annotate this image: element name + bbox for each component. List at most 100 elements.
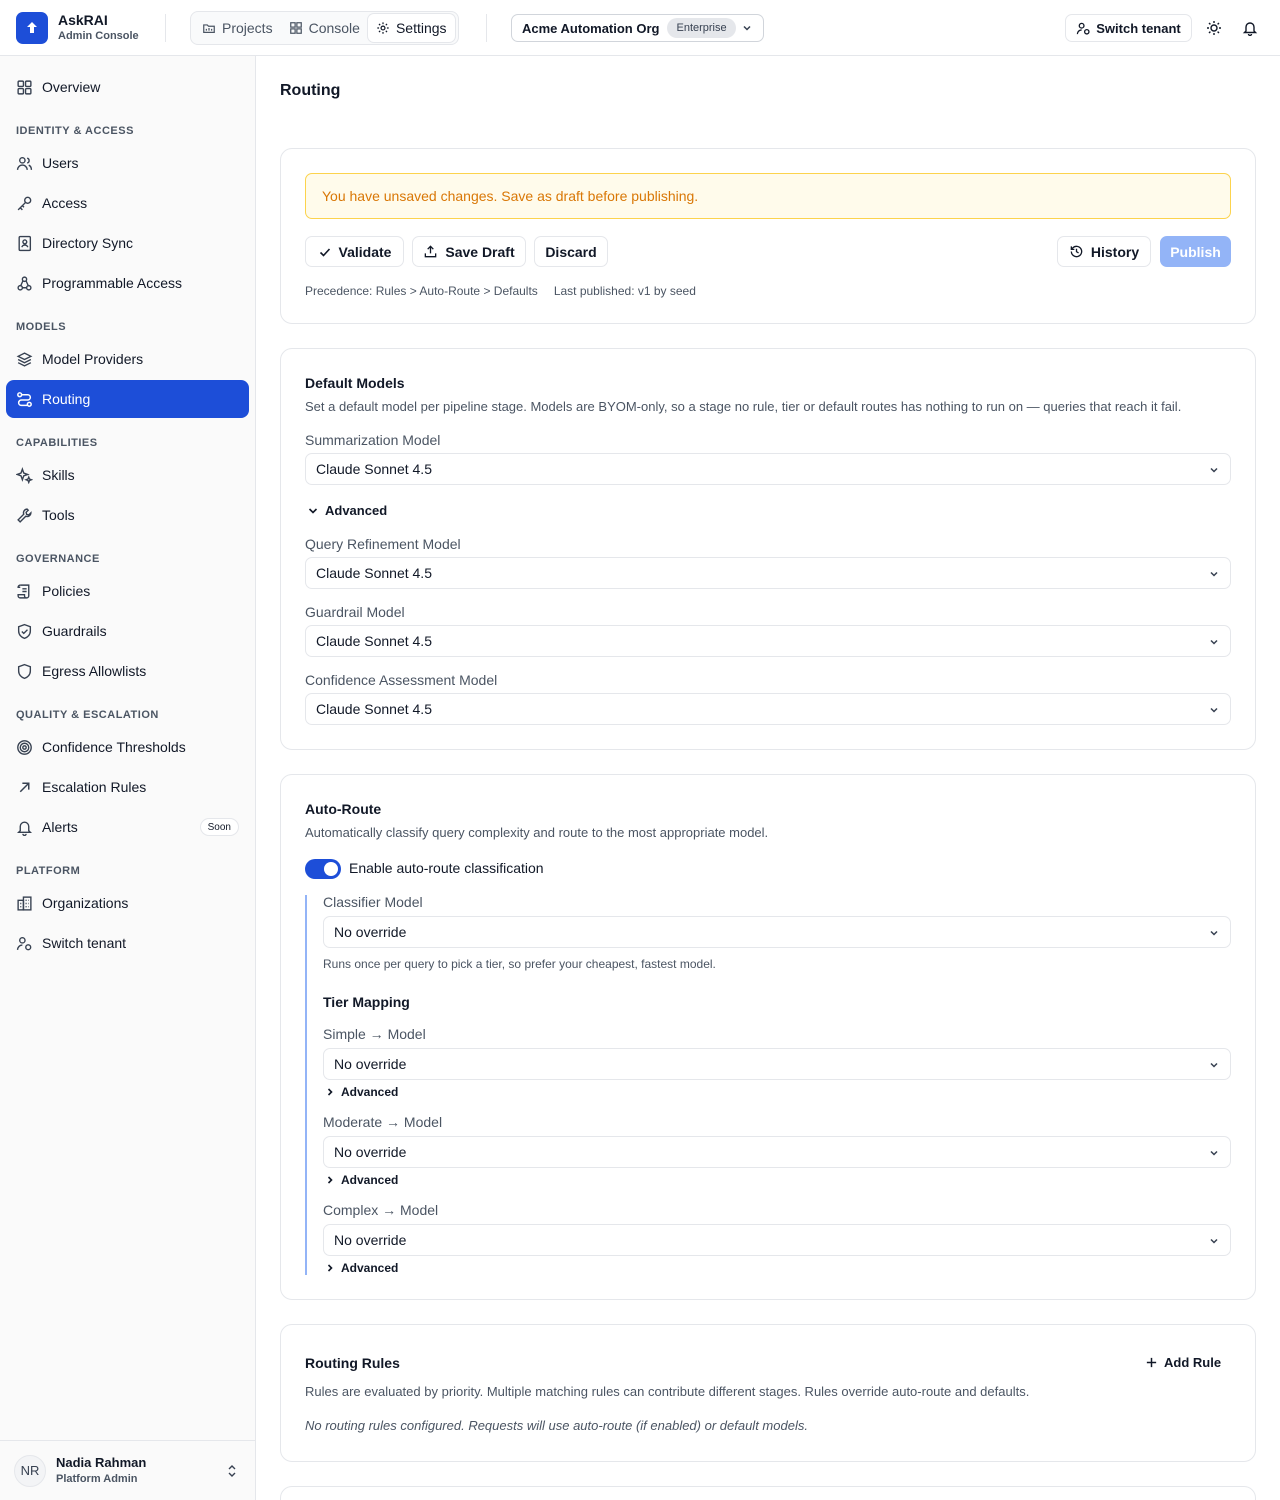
user-menu[interactable]: NR Nadia Rahman Platform Admin — [0, 1440, 255, 1500]
confidence-assessment-model-select[interactable]: Claude Sonnet 4.5 — [305, 693, 1231, 725]
complex-tier-label: Complex → Model — [323, 1202, 439, 1218]
complex-tier-model-select[interactable]: No override — [323, 1224, 1231, 1256]
sidebar-item-confidence-thresholds[interactable]: Confidence Thresholds — [6, 728, 249, 766]
moderate-advanced-toggle[interactable]: Advanced — [325, 1173, 398, 1187]
default-models-desc: Set a default model per pipeline stage. … — [305, 399, 1182, 414]
switch-tenant-button[interactable]: Switch tenant — [1065, 14, 1192, 42]
divider — [486, 14, 487, 42]
tab-console-label: Console — [308, 20, 360, 36]
simple-advanced-toggle[interactable]: Advanced — [325, 1085, 398, 1099]
advanced-label: Advanced — [325, 503, 388, 518]
sidebar-item-escalation-rules[interactable]: Escalation Rules — [6, 768, 249, 806]
org-selector[interactable]: Acme Automation Org Enterprise — [511, 14, 764, 42]
sidebar-item-label: Model Providers — [42, 351, 144, 367]
shield-check-icon — [17, 623, 32, 639]
publish-label: Publish — [1170, 243, 1221, 260]
tab-settings[interactable]: Settings — [367, 14, 455, 42]
sidebar-item-egress-allowlists[interactable]: Egress Allowlists — [6, 652, 249, 690]
select-value: No override — [334, 1144, 407, 1160]
user-switch-icon — [1076, 22, 1090, 35]
last-published-text: Last published: v1 by seed — [553, 284, 696, 298]
notifications-button[interactable] — [1240, 18, 1260, 38]
wrench-icon — [17, 507, 32, 523]
sidebar-item-alerts[interactable]: Alerts Soon — [6, 808, 249, 846]
bell-icon — [16, 821, 33, 836]
guardrail-model-select[interactable]: Claude Sonnet 4.5 — [305, 625, 1231, 657]
add-rule-button[interactable]: Add Rule — [1145, 1355, 1221, 1370]
sidebar-item-guardrails[interactable]: Guardrails — [6, 612, 249, 650]
auto-route-toggle[interactable] — [305, 859, 341, 879]
soon-badge: Soon — [199, 818, 239, 836]
save-draft-button[interactable]: Save Draft — [412, 236, 526, 267]
query-refinement-model-select[interactable]: Claude Sonnet 4.5 — [305, 557, 1231, 589]
chevron-right-icon — [327, 1176, 333, 1184]
sidebar-item-users[interactable]: Users — [6, 144, 249, 182]
select-value: Claude Sonnet 4.5 — [316, 461, 432, 477]
classifier-model-select[interactable]: No override — [323, 916, 1231, 948]
chevron-down-icon — [308, 507, 318, 514]
sidebar-item-skills[interactable]: Skills — [6, 456, 249, 494]
brand-subtitle: Admin Console — [58, 30, 139, 42]
moderate-tier-label: Moderate → Model — [323, 1114, 443, 1130]
summarization-model-select[interactable]: Claude Sonnet 4.5 — [305, 453, 1231, 485]
sidebar-item-label: Alerts — [42, 819, 78, 835]
sidebar-item-tools[interactable]: Tools — [6, 496, 249, 534]
advanced-label: Advanced — [341, 1261, 399, 1275]
sidebar-item-label: Tools — [42, 507, 75, 523]
discard-button[interactable]: Discard — [534, 236, 608, 267]
user-name: Nadia Rahman — [56, 1454, 147, 1470]
simple-tier-model-select[interactable]: No override — [323, 1048, 1231, 1080]
shield-icon — [17, 663, 32, 679]
sidebar-item-model-providers[interactable]: Model Providers — [6, 340, 249, 378]
sidebar-item-label: Access — [42, 195, 88, 211]
sidebar-item-routing[interactable]: Routing — [6, 380, 249, 418]
bell-icon — [1242, 22, 1258, 36]
route-icon — [17, 391, 32, 407]
auto-route-title: Auto-Route — [305, 801, 382, 817]
sidebar-item-access[interactable]: Access — [6, 184, 249, 222]
grid-icon — [289, 22, 302, 34]
scroll-icon — [17, 583, 30, 599]
top-bar: AskRAI Admin Console Projects Console Se… — [0, 0, 1280, 56]
sidebar-item-label: Directory Sync — [42, 235, 134, 251]
precedence-text: Precedence: Rules > Auto-Route > Default… — [305, 284, 538, 298]
advanced-label: Advanced — [341, 1173, 399, 1187]
contact-book-icon — [18, 235, 32, 251]
classifier-model-label: Classifier Model — [323, 894, 423, 910]
auto-route-desc: Automatically classify query complexity … — [305, 825, 769, 840]
chevron-down-icon — [1210, 1150, 1218, 1156]
sidebar-item-switch-tenant[interactable]: Switch tenant — [6, 924, 249, 962]
history-button[interactable]: History — [1057, 236, 1151, 267]
sidebar-item-directory-sync[interactable]: Directory Sync — [6, 224, 249, 262]
nav-tabs: Projects Console Settings — [190, 11, 459, 45]
publish-button[interactable]: Publish — [1160, 236, 1231, 267]
target-icon — [17, 739, 32, 755]
check-icon — [319, 247, 330, 257]
history-label: History — [1090, 243, 1140, 260]
complex-advanced-toggle[interactable]: Advanced — [325, 1261, 398, 1275]
sidebar-item-organizations[interactable]: Organizations — [6, 884, 249, 922]
sidebar-item-policies[interactable]: Policies — [6, 572, 249, 610]
select-value: No override — [334, 1232, 407, 1248]
tab-console[interactable]: Console — [281, 14, 368, 42]
brand-name: AskRAI — [58, 12, 108, 28]
avatar: NR — [14, 1454, 46, 1487]
validate-button[interactable]: Validate — [305, 236, 404, 267]
sidebar-item-label: Confidence Thresholds — [42, 739, 186, 755]
moderate-tier-model-select[interactable]: No override — [323, 1136, 1231, 1168]
sparkles-icon — [16, 466, 33, 484]
advanced-toggle[interactable]: Advanced — [307, 503, 387, 518]
sidebar-item-overview[interactable]: Overview — [6, 68, 249, 106]
classifier-hint: Runs once per query to pick a tier, so p… — [323, 957, 716, 971]
chevron-down-icon — [743, 25, 751, 31]
tab-projects[interactable]: Projects — [194, 14, 281, 42]
theme-toggle-button[interactable] — [1204, 18, 1224, 38]
select-value: Claude Sonnet 4.5 — [316, 565, 432, 581]
sidebar-item-programmable-access[interactable]: Programmable Access — [6, 264, 249, 302]
brand[interactable]: AskRAI Admin Console — [16, 12, 139, 44]
empty-rules-message: No routing rules configured. Requests wi… — [305, 1418, 808, 1433]
auto-route-toggle-label: Enable auto-route classification — [349, 860, 544, 876]
sidebar-item-label: Skills — [42, 467, 75, 483]
sidebar: Overview IDENTITY & ACCESS Users Access … — [0, 56, 256, 1500]
key-icon — [17, 196, 32, 210]
